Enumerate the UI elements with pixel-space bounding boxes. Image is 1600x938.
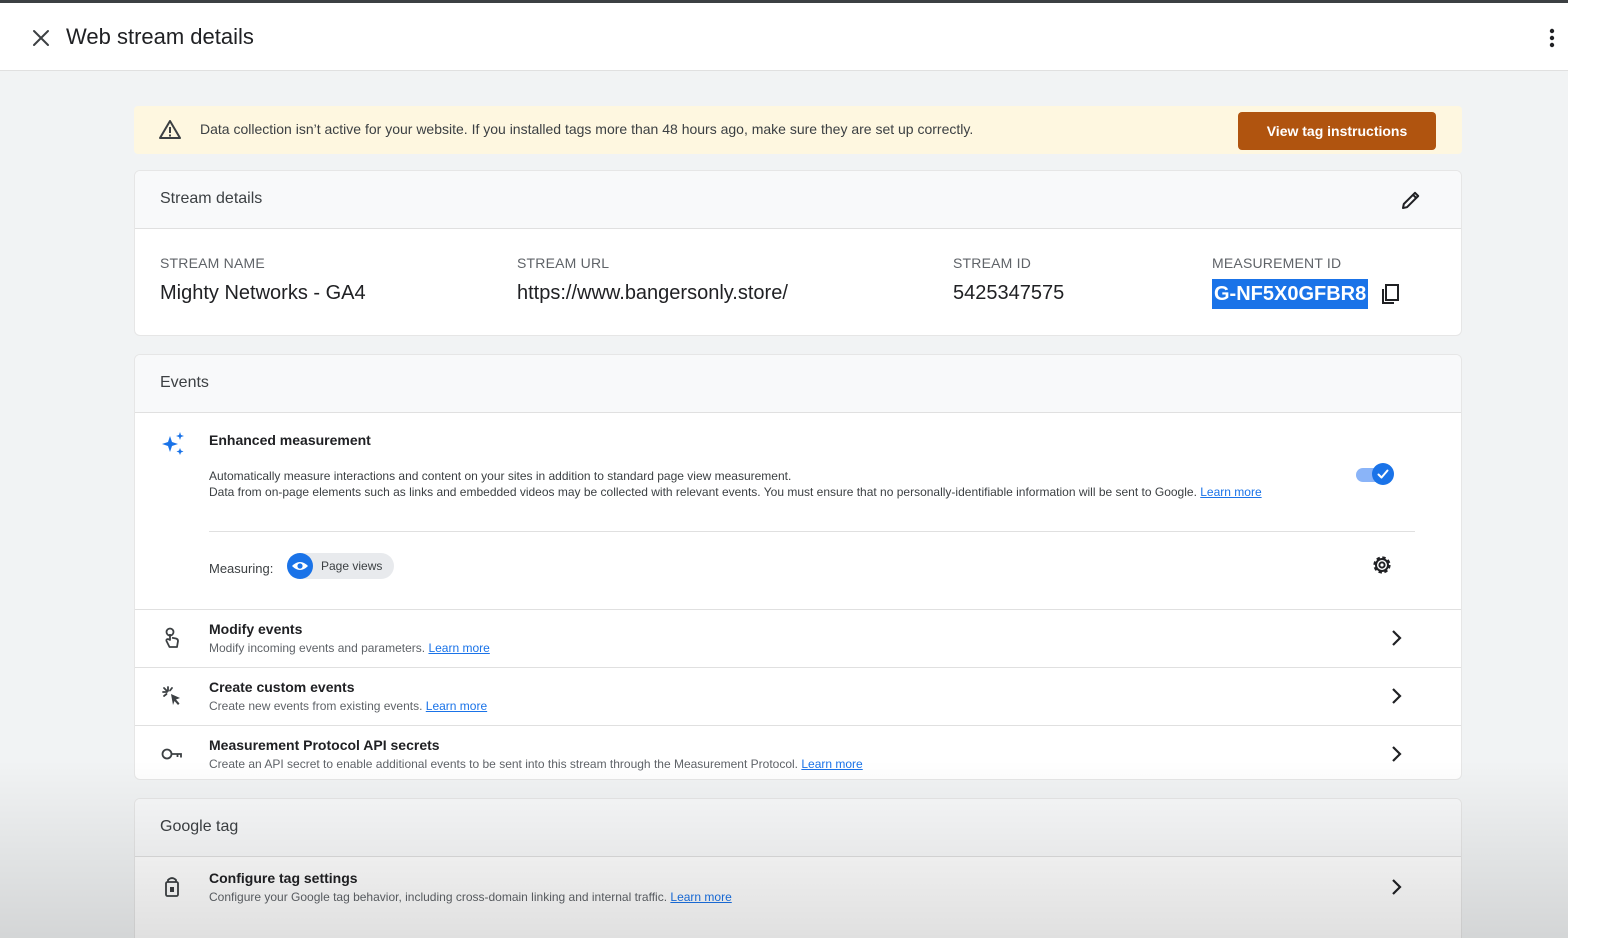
- stream-name-field: STREAM NAME Mighty Networks - GA4: [160, 255, 366, 305]
- stream-id-label: STREAM ID: [953, 255, 1032, 271]
- create-custom-events-learn-more[interactable]: Learn more: [426, 699, 487, 713]
- measurement-id-value[interactable]: G-NF5X0GFBR8: [1212, 279, 1369, 309]
- chevron-right-icon: [1392, 688, 1402, 704]
- chevron-right-icon: [1392, 879, 1402, 895]
- gear-icon[interactable]: [1369, 552, 1395, 578]
- header-bar: Web stream details: [0, 3, 1568, 71]
- more-vert-icon: [1549, 28, 1555, 48]
- stream-url-label: STREAM URL: [517, 255, 610, 271]
- em-learn-more-link[interactable]: Learn more: [1200, 485, 1261, 499]
- google-tag-header: Google tag: [135, 799, 1461, 857]
- modify-events-learn-more[interactable]: Learn more: [428, 641, 489, 655]
- close-icon: [33, 30, 49, 46]
- measurement-protocol-row[interactable]: Measurement Protocol API secrets Create …: [135, 725, 1461, 779]
- measurement-protocol-learn-more[interactable]: Learn more: [801, 757, 862, 771]
- more-options-button[interactable]: [1540, 25, 1564, 51]
- warning-icon: [159, 120, 181, 139]
- events-title: Events: [160, 374, 209, 391]
- create-custom-events-title: Create custom events: [209, 679, 355, 695]
- stream-details-title: Stream details: [160, 190, 263, 207]
- eye-icon: [287, 553, 313, 579]
- configure-tag-settings-title: Configure tag settings: [209, 870, 358, 886]
- modify-events-subtitle-text: Modify incoming events and parameters.: [209, 641, 426, 655]
- measurement-id-field: MEASUREMENT ID G-NF5X0GFBR8: [1212, 255, 1406, 309]
- create-custom-events-row[interactable]: Create custom events Create new events f…: [135, 667, 1461, 725]
- measurement-protocol-subtitle-text: Create an API secret to enable additiona…: [209, 757, 799, 771]
- key-icon: [161, 748, 182, 760]
- stream-details-header: Stream details: [135, 171, 1461, 229]
- enhanced-measurement-section: Enhanced measurement Automatically measu…: [135, 413, 1461, 609]
- stream-id-value: 5425347575: [953, 282, 1065, 304]
- events-card: Events Enhanced measurement Automaticall…: [134, 354, 1462, 780]
- configure-tag-settings-subtitle: Configure your Google tag behavior, incl…: [209, 890, 732, 904]
- right-edge: [1568, 0, 1600, 938]
- measurement-id-label: MEASUREMENT ID: [1212, 255, 1342, 271]
- em-desc-line1: Automatically measure interactions and c…: [209, 469, 792, 483]
- page-views-chip[interactable]: Page views: [287, 553, 395, 579]
- banner-message: Data collection isn’t active for your we…: [200, 121, 974, 137]
- chevron-right-icon: [1392, 630, 1402, 646]
- configure-tag-settings-learn-more[interactable]: Learn more: [670, 890, 731, 904]
- page-views-chip-label: Page views: [321, 559, 383, 573]
- measurement-protocol-subtitle: Create an API secret to enable additiona…: [209, 757, 863, 771]
- chevron-right-icon: [1392, 746, 1402, 762]
- enhanced-measurement-divider: [209, 531, 1415, 532]
- stream-url-field: STREAM URL https://www.bangersonly.store…: [517, 255, 788, 305]
- google-tag-title: Google tag: [160, 818, 239, 835]
- modify-events-row[interactable]: Modify events Modify incoming events and…: [135, 609, 1461, 667]
- copy-icon: [1382, 284, 1400, 304]
- events-header: Events: [135, 355, 1461, 413]
- toggle-knob: [1372, 463, 1394, 485]
- em-desc-line2: Data from on-page elements such as links…: [209, 484, 1334, 500]
- touch-icon: [165, 627, 179, 648]
- configure-tag-settings-subtitle-text: Configure your Google tag behavior, incl…: [209, 890, 668, 904]
- tag-icon: [165, 877, 179, 897]
- check-icon: [1377, 469, 1389, 479]
- page-title: Web stream details: [66, 24, 254, 49]
- create-custom-events-subtitle-text: Create new events from existing events.: [209, 699, 423, 713]
- em-desc-line2-text: Data from on-page elements such as links…: [209, 485, 1197, 499]
- measuring-label: Measuring:: [209, 561, 274, 576]
- modify-events-subtitle: Modify incoming events and parameters. L…: [209, 641, 490, 655]
- stream-id-field: STREAM ID 5425347575: [953, 255, 1064, 305]
- enhanced-measurement-toggle[interactable]: [1356, 463, 1394, 487]
- data-collection-warning-banner: Data collection isn’t active for your we…: [134, 106, 1462, 154]
- google-tag-card: Google tag Configure tag settings Config…: [134, 798, 1462, 938]
- enhanced-measurement-title: Enhanced measurement: [209, 432, 371, 448]
- stream-url-value: https://www.bangersonly.store/: [517, 282, 788, 304]
- pencil-icon[interactable]: [1399, 188, 1423, 212]
- copy-measurement-id-button[interactable]: [1376, 279, 1406, 309]
- stream-name-label: STREAM NAME: [160, 255, 265, 271]
- configure-tag-settings-row[interactable]: Configure tag settings Configure your Go…: [135, 857, 1461, 915]
- sparkle-icon: [162, 432, 184, 455]
- modify-events-title: Modify events: [209, 621, 303, 637]
- close-button[interactable]: [28, 25, 54, 51]
- enhanced-measurement-description: Automatically measure interactions and c…: [209, 468, 1334, 500]
- view-tag-instructions-button[interactable]: View tag instructions: [1238, 112, 1436, 150]
- measurement-protocol-title: Measurement Protocol API secrets: [209, 737, 440, 753]
- click-sparkle-icon: [162, 686, 180, 705]
- stream-name-value: Mighty Networks - GA4: [160, 282, 366, 304]
- stream-details-card: Stream details STREAM NAME Mighty Networ…: [134, 170, 1462, 336]
- create-custom-events-subtitle: Create new events from existing events. …: [209, 699, 487, 713]
